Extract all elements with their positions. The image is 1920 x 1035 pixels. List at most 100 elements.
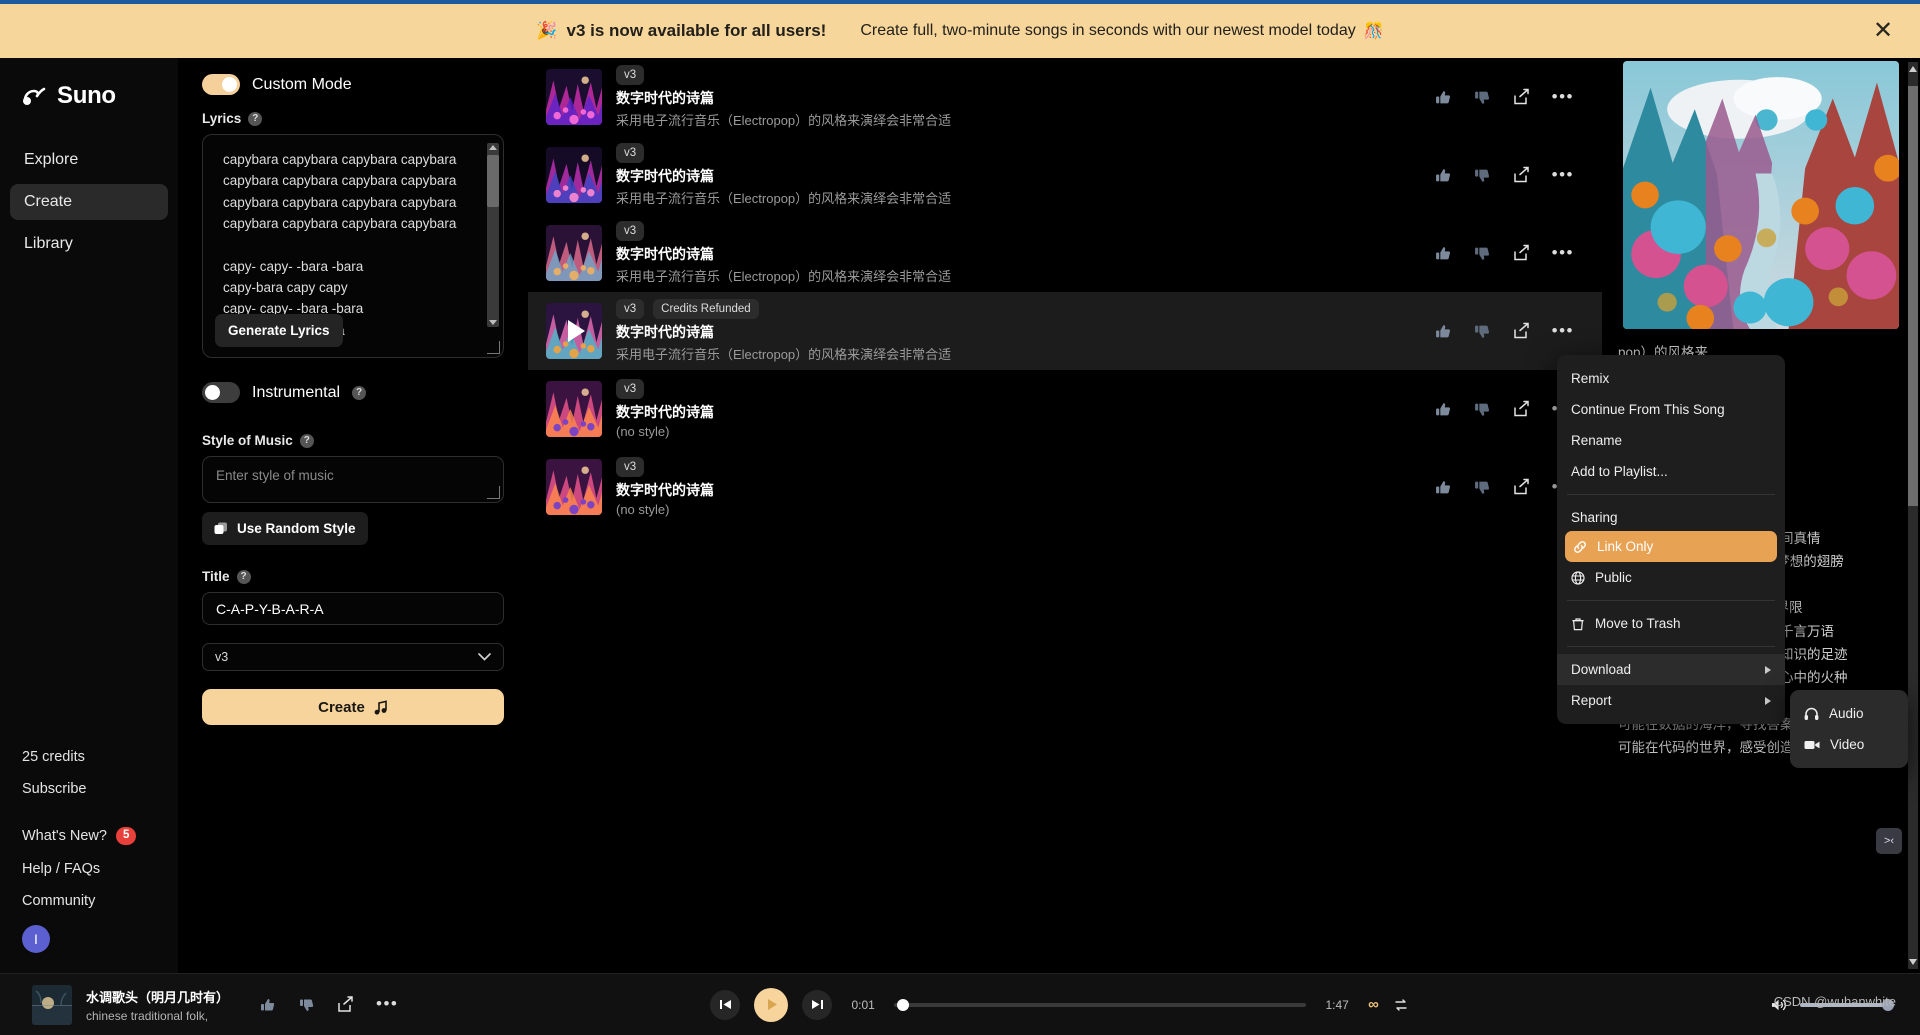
repeat-icon[interactable] [1393, 996, 1410, 1013]
right-panel-scrollbar[interactable] [1908, 62, 1918, 969]
thumbs-up-icon[interactable] [1435, 479, 1452, 496]
thumbs-down-icon[interactable] [1474, 245, 1491, 262]
title-label-row: Title ? [202, 569, 504, 584]
scrollbar-thumb[interactable] [487, 155, 499, 207]
more-options-icon[interactable]: ••• [1552, 166, 1574, 183]
scroll-down-arrow-icon[interactable] [1909, 959, 1917, 965]
model-version-select[interactable]: v3 [202, 643, 504, 671]
scrollbar-thumb[interactable] [1908, 86, 1918, 506]
generate-lyrics-button[interactable]: Generate Lyrics [215, 314, 343, 347]
share-icon[interactable] [337, 996, 354, 1013]
share-icon[interactable] [1513, 322, 1530, 340]
song-cover[interactable] [546, 303, 602, 359]
brand-name: Suno [57, 82, 116, 109]
table-row[interactable]: v3 数字时代的诗篇 采用电子流行音乐（Electropop）的风格来演绎会非常… [528, 58, 1602, 136]
skip-next-icon[interactable] [802, 989, 833, 1020]
subscribe-link[interactable]: Subscribe [22, 781, 156, 797]
scroll-up-arrow-icon[interactable] [1909, 66, 1917, 72]
thumbs-down-icon[interactable] [1474, 479, 1491, 496]
title-input[interactable]: C-A-P-Y-B-A-R-A [202, 592, 504, 625]
menu-item-add-to-playlist[interactable]: Add to Playlist... [1557, 456, 1785, 487]
share-icon[interactable] [1513, 166, 1530, 184]
more-options-icon[interactable]: ••• [1552, 244, 1574, 261]
menu-item-move-to-trash[interactable]: Move to Trash [1557, 608, 1785, 639]
avatar[interactable]: I [22, 925, 50, 953]
lyrics-help-icon[interactable]: ? [248, 111, 263, 126]
table-row[interactable]: v3 数字时代的诗篇 采用电子流行音乐（Electropop）的风格来演绎会非常… [528, 214, 1602, 292]
skip-previous-icon[interactable] [710, 989, 741, 1020]
thumbs-up-icon[interactable] [1435, 323, 1452, 340]
version-badge: v3 [616, 298, 645, 320]
menu-item-remix[interactable]: Remix [1557, 363, 1785, 394]
thumbs-up-icon[interactable] [1435, 89, 1452, 106]
menu-item-rename[interactable]: Rename [1557, 425, 1785, 456]
custom-mode-toggle[interactable] [202, 74, 240, 95]
player-volume: CSDN @wuhanwhite [1560, 994, 1920, 1013]
whats-new-link[interactable]: What's New? 5 [22, 827, 156, 845]
more-options-icon[interactable]: ••• [376, 995, 398, 1012]
thumbs-up-icon[interactable] [259, 996, 276, 1013]
progress-knob[interactable] [897, 998, 910, 1011]
menu-item-continue-from-this-song[interactable]: Continue From This Song [1557, 394, 1785, 425]
song-subtitle: (no style) [616, 502, 670, 518]
lyrics-scrollbar[interactable] [487, 143, 499, 327]
menu-separator [1567, 600, 1775, 601]
app-logo[interactable]: Suno [0, 82, 178, 110]
scroll-down-arrow-icon[interactable] [489, 320, 497, 325]
share-icon[interactable] [1513, 88, 1530, 106]
lyrics-box[interactable]: capybara capybara capybara capybara capy… [202, 134, 504, 358]
community-link[interactable]: Community [22, 893, 156, 909]
menu-item-link-only[interactable]: Link Only [1565, 531, 1777, 562]
thumbs-up-icon[interactable] [1435, 245, 1452, 262]
thumbs-down-icon[interactable] [1474, 89, 1491, 106]
menu-item-download[interactable]: Download [1557, 654, 1785, 685]
song-cover[interactable] [546, 459, 602, 515]
menu-item-public[interactable]: Public [1557, 562, 1785, 593]
style-help-icon[interactable]: ? [299, 433, 314, 448]
scroll-up-arrow-icon[interactable] [489, 145, 497, 150]
thumbs-down-icon[interactable] [1474, 323, 1491, 340]
song-cover[interactable] [546, 225, 602, 281]
song-cover[interactable] [546, 69, 602, 125]
play-icon[interactable] [754, 987, 789, 1022]
title-help-icon[interactable]: ? [236, 569, 251, 584]
sidebar-item-create[interactable]: Create [10, 184, 168, 220]
thumbs-down-icon[interactable] [298, 996, 315, 1013]
menu-item-report[interactable]: Report [1557, 685, 1785, 716]
share-icon[interactable] [1513, 400, 1530, 418]
instrumental-toggle[interactable] [202, 382, 240, 403]
thumbs-down-icon[interactable] [1474, 167, 1491, 184]
style-of-music-input[interactable]: Enter style of music [202, 456, 504, 503]
infinite-loop-icon[interactable]: ∞ [1368, 996, 1379, 1013]
song-cover[interactable] [546, 381, 602, 437]
resize-handle[interactable] [487, 341, 500, 354]
use-random-style-button[interactable]: Use Random Style [202, 512, 368, 545]
banner-close-icon[interactable]: ✕ [1868, 16, 1898, 46]
chevron-right-icon [1765, 696, 1771, 705]
help-faqs-link[interactable]: Help / FAQs [22, 861, 156, 877]
share-icon[interactable] [1513, 478, 1530, 496]
create-button[interactable]: Create [202, 689, 504, 725]
song-list: v3 数字时代的诗篇 采用电子流行音乐（Electropop）的风格来演绎会非常… [528, 58, 1602, 973]
share-icon[interactable] [1513, 244, 1530, 262]
more-options-icon[interactable]: ••• [1552, 88, 1574, 105]
table-row[interactable]: v3 数字时代的诗篇 (no style) ••• [528, 370, 1602, 448]
table-row[interactable]: v3 Credits Refunded 数字时代的诗篇 采用电子流行音乐（Ele… [528, 292, 1602, 370]
play-overlay-icon[interactable] [546, 303, 602, 359]
song-cover[interactable] [546, 147, 602, 203]
sidebar-item-library[interactable]: Library [10, 226, 168, 262]
thumbs-up-icon[interactable] [1435, 401, 1452, 418]
expand-icon[interactable]: >‹ [1876, 828, 1902, 854]
more-options-icon[interactable]: ••• [1552, 322, 1574, 339]
thumbs-down-icon[interactable] [1474, 401, 1491, 418]
table-row[interactable]: v3 数字时代的诗篇 采用电子流行音乐（Electropop）的风格来演绎会非常… [528, 136, 1602, 214]
sidebar-item-explore[interactable]: Explore [10, 142, 168, 178]
download-submenu: Audio Video [1790, 690, 1908, 768]
submenu-item-audio[interactable]: Audio [1790, 698, 1908, 729]
style-resize-handle[interactable] [487, 486, 500, 499]
table-row[interactable]: v3 数字时代的诗篇 (no style) ••• [528, 448, 1602, 526]
thumbs-up-icon[interactable] [1435, 167, 1452, 184]
progress-slider[interactable] [894, 998, 1307, 1011]
instrumental-help-icon[interactable]: ? [352, 385, 367, 400]
submenu-item-video[interactable]: Video [1790, 729, 1908, 760]
